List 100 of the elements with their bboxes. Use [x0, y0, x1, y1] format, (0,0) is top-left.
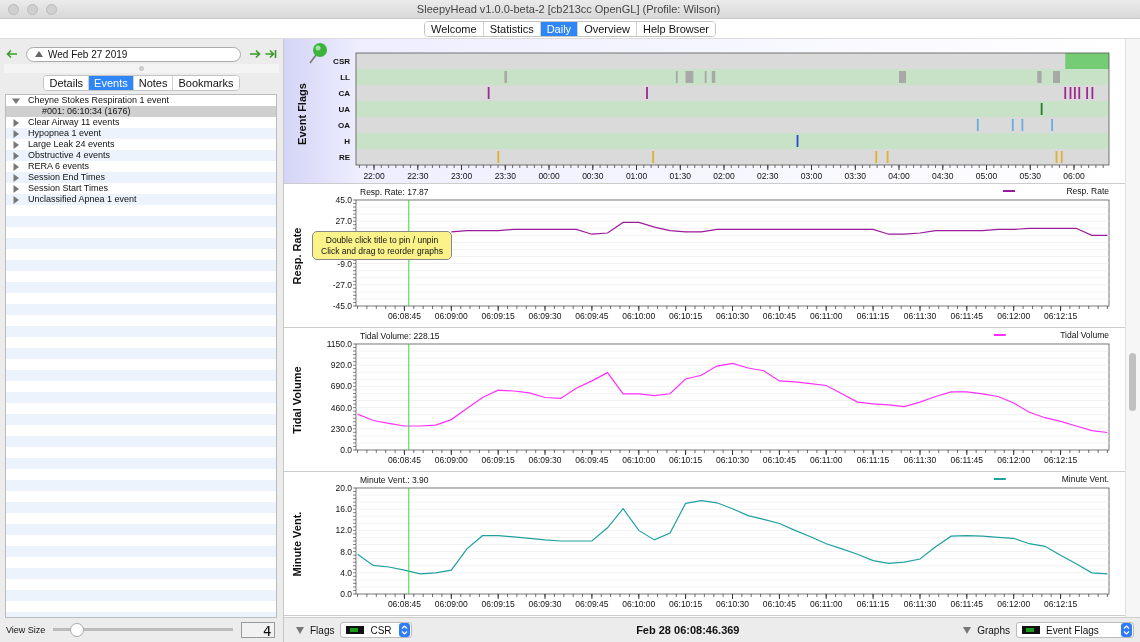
axis-title: Resp. Rate: [290, 227, 303, 285]
axis-label: -45.0: [332, 301, 352, 311]
event-category[interactable]: Session End Times: [28, 172, 106, 183]
axis-label: 460.0: [330, 402, 352, 413]
axis-label: 4.0: [340, 567, 352, 578]
axis-label: 06:11:15: [856, 311, 890, 321]
axis-label: 01:00: [625, 171, 648, 181]
axis-label: 920.0: [330, 360, 352, 371]
axis-label: 22:30: [407, 171, 429, 181]
axis-label: 00:00: [538, 171, 560, 181]
expand-triangle-icon[interactable]: [12, 140, 20, 149]
axis-label: 23:00: [450, 171, 473, 181]
axis-title: Minute Vent.: [290, 511, 303, 577]
axis-label: 03:00: [800, 171, 823, 181]
axis-label: 230.0: [330, 423, 352, 434]
graph-title[interactable]: Event Flags: [296, 83, 308, 145]
axis-label: 06:09:30: [528, 311, 562, 321]
graph-readout[interactable]: Tidal Volume: 228.15: [360, 331, 440, 341]
expand-triangle-icon[interactable]: [12, 129, 20, 138]
axis-label: 02:00: [713, 171, 735, 181]
axis-label: 06:12:00: [997, 311, 1031, 321]
expand-triangle-icon[interactable]: [12, 195, 20, 204]
axis-label: 06:12:00: [997, 455, 1031, 465]
disclosure-triangle-icon[interactable]: [963, 626, 972, 634]
event-category[interactable]: RERA 6 events: [28, 161, 90, 172]
axis-label: 05:00: [975, 171, 998, 181]
axis-label: 06:00: [1063, 171, 1085, 181]
expand-triangle-icon[interactable]: [12, 162, 20, 171]
event-category[interactable]: Cheyne Stokes Respiration 1 event: [28, 95, 170, 106]
axis-label: 04:30: [932, 171, 954, 181]
axis-label: -9.0: [337, 258, 352, 269]
stepper-icon[interactable]: [1121, 623, 1132, 637]
axis-label: 06:11:30: [903, 455, 937, 465]
axis-label: 06:12:15: [1044, 599, 1078, 609]
axis-label: 06:09:00: [434, 599, 468, 609]
tab[interactable]: Events: [88, 76, 133, 90]
forward-arrow-icon[interactable]: [249, 49, 261, 59]
flag-label: LL: [340, 73, 350, 82]
flags-dropdown[interactable]: CSR: [340, 622, 413, 638]
tab[interactable]: Daily: [539, 21, 578, 36]
legend-label: Tidal Volume: [1060, 330, 1109, 340]
axis-label: 06:09:45: [575, 455, 609, 465]
axis-label: 06:10:15: [669, 599, 703, 609]
axis-label: 06:09:15: [481, 455, 515, 465]
axis-label: 06:09:15: [481, 599, 515, 609]
axis-label: 06:12:15: [1044, 455, 1078, 465]
flag-label: UA: [338, 105, 350, 114]
axis-label: 06:10:30: [715, 599, 750, 609]
color-swatch-icon: [346, 626, 365, 634]
event-category[interactable]: Large Leak 24 events: [28, 139, 115, 150]
flag-label: CSR: [333, 57, 350, 66]
event-category[interactable]: Session Start Times: [28, 183, 109, 194]
axis-label: 03:30: [844, 171, 866, 181]
event-category[interactable]: Obstructive 4 events: [28, 150, 111, 161]
graph-readout[interactable]: Minute Vent.: 3.90: [360, 475, 429, 485]
expand-triangle-icon[interactable]: [12, 151, 20, 160]
scrollbar-thumb[interactable]: [1129, 353, 1136, 411]
axis-label: 06:09:30: [528, 599, 562, 609]
axis-label: 06:12:15: [1044, 311, 1078, 321]
axis-label: 06:11:00: [810, 455, 843, 465]
flags-label: Flags: [310, 624, 335, 636]
expand-triangle-icon[interactable]: [12, 184, 20, 193]
axis-label: 06:11:45: [950, 311, 984, 321]
date-field[interactable]: Wed Feb 27 2019: [26, 46, 241, 62]
axis-label: 06:09:45: [575, 311, 609, 321]
axis-label: 06:11:45: [950, 599, 984, 609]
expand-triangle-icon[interactable]: [12, 118, 20, 127]
axis-label: 06:11:00: [810, 599, 843, 609]
back-arrow-icon[interactable]: [6, 49, 18, 59]
last-day-icon[interactable]: [265, 49, 277, 59]
event-item[interactable]: #001: 06:10:34 (1676): [6, 106, 276, 117]
axis-label: 06:08:45: [387, 311, 421, 321]
axis-label: 06:11:00: [810, 311, 843, 321]
axis-label: 06:10:30: [715, 455, 750, 465]
axis-label: 16.0: [335, 504, 352, 515]
axis-label: 06:11:45: [950, 455, 984, 465]
tab[interactable]: Help Browser: [635, 21, 715, 36]
axis-label: 8.0: [340, 546, 352, 557]
graphs-dropdown[interactable]: Event Flags: [1016, 622, 1134, 638]
flag-label: CA: [338, 89, 350, 98]
axis-label: 45.0: [335, 195, 352, 205]
pin-icon[interactable]: [309, 43, 327, 64]
graphs-label: Graphs: [977, 624, 1010, 636]
cursor-time: Feb 28 06:08:46.369: [636, 624, 740, 636]
event-category[interactable]: Unclassified Apnea 1 event: [28, 194, 137, 205]
flag-label: OA: [338, 121, 350, 130]
disclosure-triangle-icon[interactable]: [296, 626, 304, 634]
calendar-toggle-icon[interactable]: [35, 51, 43, 57]
axis-label: 06:10:45: [762, 455, 796, 465]
event-category[interactable]: Clear Airway 11 events: [28, 117, 120, 128]
color-swatch-icon: [1022, 626, 1040, 634]
flag-label: RE: [338, 153, 350, 162]
collapse-triangle-icon[interactable]: [12, 96, 20, 105]
event-category[interactable]: Hypopnea 1 event: [28, 128, 102, 139]
stepper-icon[interactable]: [399, 623, 411, 637]
graph-readout[interactable]: Resp. Rate: 17.87: [360, 187, 429, 197]
tab[interactable]: Bookmarks: [172, 76, 239, 90]
expand-triangle-icon[interactable]: [12, 173, 20, 182]
splitter-handle[interactable]: [139, 66, 144, 71]
slider-thumb[interactable]: [69, 623, 84, 637]
